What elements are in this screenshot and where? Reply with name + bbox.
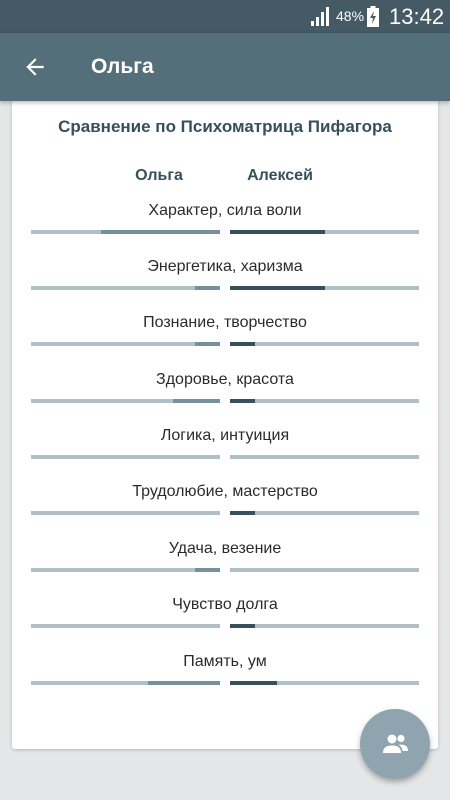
right-bar-fill <box>230 286 325 290</box>
left-bar-fill <box>172 399 220 403</box>
status-bar: 48% 13:42 <box>0 0 450 33</box>
right-bar-track <box>230 399 419 403</box>
left-bar-track <box>31 286 220 290</box>
right-bar-fill <box>230 342 255 346</box>
row-label: Познание, творчество <box>143 314 307 331</box>
comparison-row: Память, ум <box>12 653 438 709</box>
comparison-row: Удача, везение <box>12 540 438 596</box>
arrow-back-icon[interactable] <box>22 54 48 80</box>
comparison-row: Здоровье, красота <box>12 371 438 427</box>
right-bar-track <box>230 286 419 290</box>
row-label: Логика, интуиция <box>160 427 290 444</box>
comparison-card: Сравнение по Психоматрица Пифагора Ольга… <box>12 101 438 749</box>
right-bar-track <box>230 342 419 346</box>
right-bar-track <box>230 681 419 685</box>
right-bar-fill <box>230 399 255 403</box>
left-bar-track <box>31 568 220 572</box>
comparison-row: Логика, интуиция <box>12 427 438 483</box>
compare-people-button[interactable] <box>360 709 430 779</box>
row-label: Здоровье, красота <box>156 371 294 388</box>
row-label: Память, ум <box>183 653 267 670</box>
right-bar-fill <box>230 230 325 234</box>
right-bar-track <box>230 624 419 628</box>
comparison-row: Энергетика, харизма <box>12 258 438 314</box>
row-label: Характер, сила воли <box>148 202 302 219</box>
comparison-row: Характер, сила воли <box>12 202 438 258</box>
right-bar-track <box>230 230 419 234</box>
person-left-name: Ольга <box>135 167 183 184</box>
page-title: Ольга <box>91 55 154 78</box>
app-bar: Ольга <box>0 33 450 101</box>
left-bar-track <box>31 511 220 515</box>
left-bar-fill <box>195 568 220 572</box>
right-bar-track <box>230 568 419 572</box>
comparison-row: Чувство долга <box>12 596 438 652</box>
battery-percent: 48% <box>336 8 365 24</box>
left-bar-fill <box>195 286 220 290</box>
left-bar-track <box>31 624 220 628</box>
row-label: Удача, везение <box>168 540 282 557</box>
right-bar-fill <box>230 511 255 515</box>
left-bar-track <box>31 230 220 234</box>
left-bar-track <box>31 342 220 346</box>
comparison-row: Познание, творчество <box>12 314 438 370</box>
person-right-name: Алексей <box>247 167 313 184</box>
clock: 13:42 <box>389 4 445 29</box>
left-bar-track <box>31 681 220 685</box>
right-bar-track <box>230 511 419 515</box>
row-label: Энергетика, харизма <box>147 258 303 275</box>
row-label: Трудолюбие, мастерство <box>132 483 318 500</box>
left-bar-fill <box>148 681 220 685</box>
left-bar-track <box>31 399 220 403</box>
right-bar-track <box>230 455 419 459</box>
left-bar-fill <box>195 342 220 346</box>
left-bar-track <box>31 455 220 459</box>
people-icon <box>383 734 408 753</box>
row-label: Чувство долга <box>172 596 278 613</box>
comparison-title: Сравнение по Психоматрица Пифагора <box>58 117 392 136</box>
signal-icon <box>311 7 329 26</box>
right-bar-fill <box>230 624 255 628</box>
comparison-row: Трудолюбие, мастерство <box>12 483 438 539</box>
right-bar-fill <box>230 681 278 685</box>
left-bar-fill <box>100 230 220 234</box>
battery-charging-icon <box>367 6 379 27</box>
